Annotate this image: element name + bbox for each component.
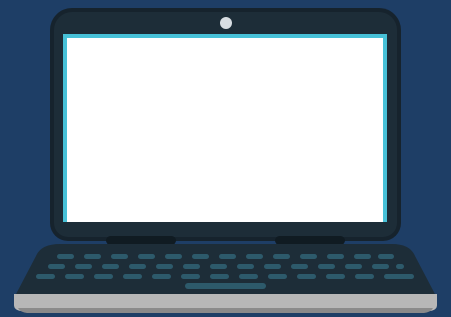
key [246,254,263,259]
key [84,254,101,259]
key [102,264,119,269]
key [219,254,236,259]
key [273,254,290,259]
key [183,264,200,269]
spacebar [185,283,266,289]
key [192,254,209,259]
key [264,264,281,269]
key [291,264,308,269]
key [156,264,173,269]
key [345,264,362,269]
key [378,254,394,259]
key [300,254,317,259]
key [181,274,200,279]
key [327,254,344,259]
key [57,254,74,259]
key [268,274,287,279]
key [210,274,229,279]
key [165,254,182,259]
key [398,274,414,279]
key [372,264,389,269]
key [237,264,254,269]
key [210,264,227,269]
laptop-illustration [0,0,451,317]
key [94,274,113,279]
key [123,274,142,279]
keyboard [0,0,451,317]
key [355,274,374,279]
key [318,264,335,269]
key [354,254,371,259]
key [48,264,65,269]
key [396,264,404,269]
key [129,264,146,269]
key [297,274,316,279]
key [111,254,128,259]
key [239,274,258,279]
key [65,274,84,279]
key [326,274,345,279]
key [75,264,92,269]
key [36,274,55,279]
key [152,274,171,279]
key [138,254,155,259]
